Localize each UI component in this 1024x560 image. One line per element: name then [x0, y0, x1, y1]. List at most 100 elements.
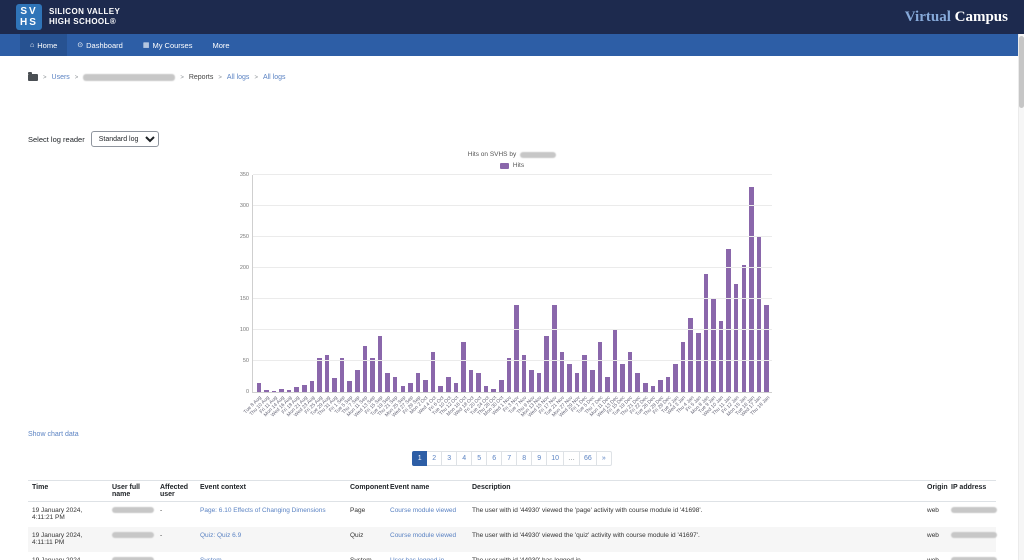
gridline [253, 298, 772, 299]
hits-bar [347, 381, 352, 392]
event-context-cell: System [196, 552, 346, 560]
event-context-link[interactable]: Quiz: Quiz 6.9 [200, 532, 241, 539]
hits-bar [666, 377, 671, 393]
scrollbar-thumb[interactable] [1019, 36, 1024, 108]
school-name-line1: SILICON VALLEY [49, 7, 120, 17]
user-full-name-cell [108, 527, 156, 552]
hits-bar [302, 385, 307, 392]
hits-bar [401, 386, 406, 392]
chart-plot-area: Tue 8 AugThu 10 AugFri 11 AugMon 14 AugW… [252, 175, 772, 393]
hits-bar [469, 370, 474, 392]
page-6-button[interactable]: 6 [487, 451, 502, 466]
page-7-button[interactable]: 7 [502, 451, 517, 466]
hits-bar [370, 358, 375, 392]
hits-bar [651, 386, 656, 392]
nav-item-label: Dashboard [86, 41, 123, 50]
y-axis-tick-label: 350 [240, 172, 249, 178]
nav-item-label: My Courses [152, 41, 192, 50]
page-3-button[interactable]: 3 [442, 451, 457, 466]
ip-address-cell [947, 502, 996, 528]
component-cell: System [346, 552, 386, 560]
hits-bar [620, 364, 625, 392]
nav-item-dashboard[interactable]: ⊙Dashboard [67, 34, 133, 56]
nav-item-label: More [212, 41, 229, 50]
hits-bar [764, 305, 769, 392]
brand-campus: Campus [955, 9, 1008, 25]
page-next-button[interactable]: » [597, 451, 612, 466]
column-header-ip-address: IP address [947, 481, 996, 502]
breadcrumb-text-reports: Reports [189, 74, 214, 81]
page-5-button[interactable]: 5 [472, 451, 487, 466]
chart-legend[interactable]: Hits [252, 162, 772, 169]
page-9-button[interactable]: 9 [532, 451, 547, 466]
chart-title-redacted-user [520, 152, 556, 158]
hits-bar [544, 336, 549, 392]
page-8-button[interactable]: 8 [517, 451, 532, 466]
show-chart-data-link[interactable]: Show chart data [28, 431, 79, 438]
event-name-cell: Course module viewed [386, 527, 468, 552]
event-name-link[interactable]: Course module viewed [390, 532, 456, 539]
column-header-component: Component [346, 481, 386, 502]
page-10-button[interactable]: 10 [547, 451, 564, 466]
breadcrumb-link-all-logs[interactable]: All logs [263, 74, 286, 81]
hits-bar [363, 346, 368, 393]
event-context-cell: Page: 6.10 Effects of Changing Dimension… [196, 502, 346, 528]
hits-bar [507, 358, 512, 392]
hits-bar [423, 380, 428, 392]
school-logo[interactable]: SV HS SILICON VALLEY HIGH SCHOOL® [16, 4, 120, 30]
hits-bar [317, 358, 322, 392]
page-ellipsis: … [564, 451, 580, 466]
time-cell: 19 January 2024, 4:11:10 PM [28, 552, 108, 560]
breadcrumb-separator: > [43, 75, 47, 81]
page-66-button[interactable]: 66 [580, 451, 597, 466]
hits-legend-label: Hits [513, 162, 524, 169]
nav-item-more[interactable]: More [202, 34, 239, 56]
ip-address-cell [947, 527, 996, 552]
column-header-event-context: Event context [196, 481, 346, 502]
page-1-button[interactable]: 1 [412, 451, 427, 466]
y-axis-tick-label: 0 [246, 389, 249, 395]
hits-bar [408, 383, 413, 392]
breadcrumb-link-users[interactable]: Users [52, 74, 70, 81]
page-2-button[interactable]: 2 [427, 451, 442, 466]
column-header-origin: Origin [923, 481, 947, 502]
hits-bar [552, 305, 557, 392]
hits-bar [658, 380, 663, 392]
affected-user-cell: - [156, 502, 196, 528]
description-cell: The user with id '44930' has logged in. [468, 552, 923, 560]
hits-bar [560, 352, 565, 392]
nav-item-home[interactable]: ⌂Home [20, 34, 67, 56]
event-name-link[interactable]: Course module viewed [390, 507, 456, 514]
my-courses-icon: ▦ [143, 42, 150, 49]
event-context-link[interactable]: Page: 6.10 Effects of Changing Dimension… [200, 507, 326, 514]
hits-bar [567, 364, 572, 392]
log-table-body: 19 January 2024, 4:11:21 PM-Page: 6.10 E… [28, 502, 996, 560]
user-full-name-cell [108, 552, 156, 560]
hits-bar [681, 342, 686, 392]
hits-bar [431, 352, 436, 392]
scrollbar[interactable] [1018, 34, 1024, 560]
hits-bar [749, 187, 754, 392]
column-header-user-full-name: User full name [108, 481, 156, 502]
column-header-time: Time [28, 481, 108, 502]
gridline [253, 174, 772, 175]
hits-bar [673, 364, 678, 392]
hits-bar [757, 237, 762, 392]
hits-bar [385, 373, 390, 392]
hits-bar [514, 305, 519, 392]
time-cell: 19 January 2024, 4:11:11 PM [28, 527, 108, 552]
hits-bar [529, 370, 534, 392]
pagination: 12345678910…66» [0, 451, 1024, 466]
page-4-button[interactable]: 4 [457, 451, 472, 466]
hits-bar [719, 321, 724, 392]
hits-bar [454, 383, 459, 392]
hits-bar [416, 373, 421, 392]
log-reader-select[interactable]: Standard log [91, 131, 159, 147]
hits-bar [643, 383, 648, 392]
breadcrumb-link-all-logs[interactable]: All logs [227, 74, 250, 81]
nav-item-my-courses[interactable]: ▦My Courses [133, 34, 203, 56]
affected-user-cell: - [156, 527, 196, 552]
user-full-name-cell [108, 502, 156, 528]
school-name-line2: HIGH SCHOOL® [49, 17, 120, 27]
hits-bar [499, 380, 504, 392]
